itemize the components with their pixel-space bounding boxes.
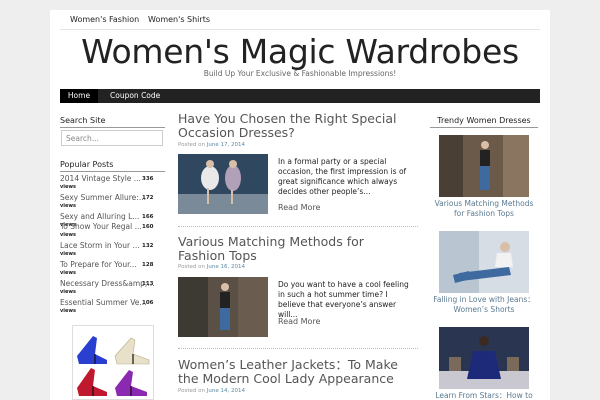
- popular-post-title[interactable]: Essential Summer Ve...: [60, 298, 147, 307]
- popular-post-count: 336: [142, 176, 154, 182]
- trendy-thumbnail[interactable]: [439, 231, 529, 293]
- post-meta: Posted on June 14, 2014: [178, 388, 245, 394]
- popular-post-views-label: views: [60, 232, 76, 238]
- trendy-caption[interactable]: Learn From Stars：How to: [430, 391, 538, 400]
- main-nav: Home Coupon Code: [60, 89, 540, 103]
- popular-post-item[interactable]: Necessary Dress&amp;... 113 views: [60, 279, 155, 295]
- popular-post-count: 113: [142, 281, 154, 287]
- popular-post-title[interactable]: Sexy and Alluring L...: [60, 212, 139, 221]
- post-meta: Posted on June 17, 2014: [178, 142, 245, 148]
- post-thumbnail[interactable]: [178, 277, 268, 337]
- popular-post-item[interactable]: To Show Your Regal ... 160 views: [60, 222, 155, 238]
- popular-post-title[interactable]: Necessary Dress&amp;...: [60, 279, 155, 288]
- popular-posts-title: Popular Posts: [60, 160, 165, 172]
- post-title[interactable]: Women’s Leather Jackets：To Make the Mode…: [178, 358, 398, 386]
- post-title[interactable]: Have You Chosen the Right Special Occasi…: [178, 112, 398, 140]
- popular-post-count: 172: [142, 195, 154, 201]
- post-meta-label: Posted on: [178, 264, 205, 270]
- popular-post-count: 160: [142, 224, 154, 230]
- read-more-link[interactable]: Read More: [278, 203, 320, 212]
- trendy-widget-title: Trendy Women Dresses: [430, 116, 538, 128]
- trendy-thumbnail[interactable]: [439, 327, 529, 389]
- nav-item-home[interactable]: Home: [60, 89, 98, 103]
- popular-post-title[interactable]: 2014 Vintage Style ...: [60, 174, 141, 183]
- post-meta-label: Posted on: [178, 142, 205, 148]
- popular-post-count: 106: [142, 300, 154, 306]
- nav-item-coupon-code[interactable]: Coupon Code: [110, 89, 160, 103]
- post-excerpt: In a formal party or a special occasion,…: [278, 157, 407, 196]
- post-excerpt: Do you want to have a cool feeling in su…: [278, 280, 409, 319]
- popular-post-views-label: views: [60, 308, 76, 314]
- site-tagline: Build Up Your Exclusive & Fashionable Im…: [203, 69, 397, 78]
- post-divider: [178, 226, 418, 227]
- page: Women's Fashion Women's Shirts Women's M…: [50, 10, 550, 400]
- popular-post-views-label: views: [60, 203, 76, 209]
- popular-post-item[interactable]: Essential Summer Ve... 106 views: [60, 298, 155, 314]
- popular-post-count: 128: [142, 262, 154, 268]
- top-nav-item-womens-shirts[interactable]: Women's Shirts: [148, 15, 210, 24]
- popular-post-item[interactable]: Lace Storm in Your ... 132 views: [60, 241, 155, 257]
- popular-post-views-label: views: [60, 251, 76, 257]
- popular-post-title[interactable]: Lace Storm in Your ...: [60, 241, 140, 250]
- post-title[interactable]: Various Matching Methods for Fashion Top…: [178, 235, 398, 263]
- shoes-ad-banner[interactable]: [72, 325, 154, 400]
- top-nav-item-womens-fashion[interactable]: Women's Fashion: [70, 15, 139, 24]
- site-title[interactable]: Women's Magic Wardrobes: [50, 32, 550, 71]
- popular-post-item[interactable]: To Prepare for Your... 128 views: [60, 260, 155, 276]
- trendy-caption[interactable]: Various Matching Methods for Fashion Top…: [430, 199, 538, 219]
- popular-post-title[interactable]: To Prepare for Your...: [60, 260, 137, 269]
- popular-post-title[interactable]: To Show Your Regal ...: [60, 222, 142, 231]
- read-more-link[interactable]: Read More: [278, 317, 320, 326]
- popular-post-views-label: views: [60, 184, 76, 190]
- post-divider: [178, 348, 418, 349]
- post-date[interactable]: June 16, 2014: [207, 264, 245, 270]
- top-nav: Women's Fashion Women's Shirts: [60, 10, 540, 30]
- popular-post-item[interactable]: Sexy and Alluring L... 166 views: [60, 212, 155, 228]
- popular-post-count: 132: [142, 243, 154, 249]
- post-date[interactable]: June 17, 2014: [207, 142, 245, 148]
- popular-post-views-label: views: [60, 289, 76, 295]
- popular-post-item[interactable]: 2014 Vintage Style ... 336 views: [60, 174, 155, 190]
- post-meta: Posted on June 16, 2014: [178, 264, 245, 270]
- popular-post-views-label: views: [60, 270, 76, 276]
- popular-post-item[interactable]: Sexy Summer Allure:... 172 views: [60, 193, 155, 209]
- popular-post-title[interactable]: Sexy Summer Allure:...: [60, 193, 146, 202]
- search-input[interactable]: Search...: [61, 130, 163, 146]
- trendy-caption[interactable]: Falling in Love with Jeans：Women’s Short…: [430, 295, 538, 315]
- search-widget-title: Search Site: [60, 116, 165, 128]
- post-thumbnail[interactable]: [178, 154, 268, 214]
- post-date[interactable]: June 14, 2014: [207, 388, 245, 394]
- post-meta-label: Posted on: [178, 388, 205, 394]
- trendy-thumbnail[interactable]: [439, 135, 529, 197]
- shoes-ad-image[interactable]: [73, 326, 153, 399]
- popular-post-count: 166: [142, 214, 154, 220]
